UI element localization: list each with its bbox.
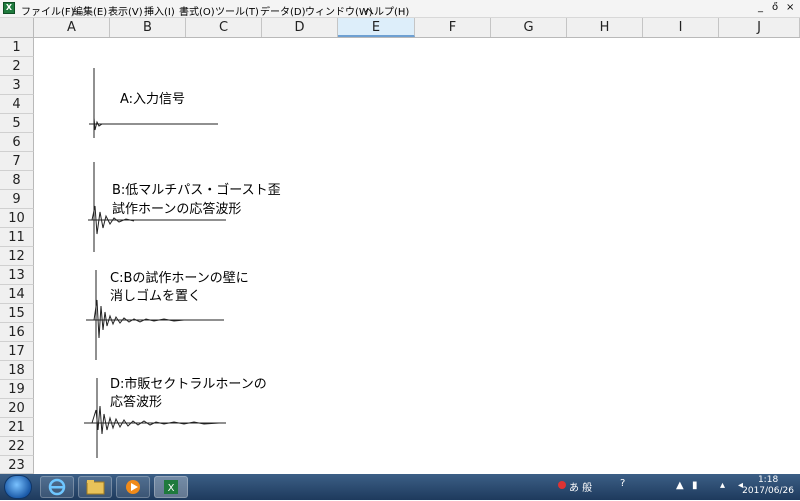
row-header-19[interactable]: 19 xyxy=(0,380,34,399)
taskbar: X あ 般 ? ▲ ▮ ▴ ◂ 1:18 2017/06/26 xyxy=(0,474,800,500)
folder-icon xyxy=(86,480,105,495)
close-button[interactable]: × xyxy=(786,2,794,13)
column-header-f[interactable]: F xyxy=(415,18,491,37)
row-header-2[interactable]: 2 xyxy=(0,57,34,76)
menu-tools[interactable]: ツール(T) xyxy=(215,3,259,18)
row-header-14[interactable]: 14 xyxy=(0,285,34,304)
clock[interactable]: 1:18 2017/06/26 xyxy=(742,475,794,497)
select-all-corner[interactable] xyxy=(0,18,34,37)
media-player-icon xyxy=(126,480,140,494)
battery-icon[interactable]: ▮ xyxy=(692,480,698,491)
label-c-line-1: C:Bの試作ホーンの壁に xyxy=(110,271,249,286)
ime-icon xyxy=(558,481,566,489)
column-header-a[interactable]: A xyxy=(34,18,110,37)
menu-data[interactable]: データ(D) xyxy=(260,3,306,18)
flag-icon[interactable]: ▲ xyxy=(676,480,684,491)
row-header-21[interactable]: 21 xyxy=(0,418,34,437)
excel-icon: X xyxy=(164,480,178,494)
svg-text:X: X xyxy=(168,483,175,494)
column-header-j[interactable]: J xyxy=(719,18,800,37)
menu-view[interactable]: 表示(V) xyxy=(108,3,143,18)
row-header-5[interactable]: 5 xyxy=(0,114,34,133)
label-c-line-2: 消しゴムを置く xyxy=(110,289,202,304)
row-header-15[interactable]: 15 xyxy=(0,304,34,323)
worksheet-grid[interactable]: A:入力信号 B:低マルチパス・ゴースト歪 試作ホーンの応答波形 C:Bの試作ホ… xyxy=(34,38,800,474)
row-header-10[interactable]: 10 xyxy=(0,209,34,228)
column-header-c[interactable]: C xyxy=(186,18,262,37)
language-indicator-icon[interactable] xyxy=(557,480,567,493)
row-header-22[interactable]: 22 xyxy=(0,437,34,456)
menu-window[interactable]: ウィンドウ(W) xyxy=(305,3,373,18)
label-b-line-2: 試作ホーンの応答波形 xyxy=(112,202,242,217)
help-icon[interactable]: ? xyxy=(620,478,625,489)
menu-edit[interactable]: 編集(E) xyxy=(73,3,107,18)
taskbar-media-button[interactable] xyxy=(116,476,150,498)
row-header-11[interactable]: 11 xyxy=(0,228,34,247)
taskbar-excel-button[interactable]: X xyxy=(154,476,188,498)
row-header-18[interactable]: 18 xyxy=(0,361,34,380)
start-button[interactable] xyxy=(4,475,32,499)
column-header-d[interactable]: D xyxy=(262,18,338,37)
excel-icon[interactable]: X xyxy=(3,2,15,14)
ime-mode-text[interactable]: あ 般 xyxy=(569,479,592,494)
taskbar-ie-button[interactable] xyxy=(40,476,74,498)
row-header-1[interactable]: 1 xyxy=(0,38,34,57)
row-header-17[interactable]: 17 xyxy=(0,342,34,361)
row-header-3[interactable]: 3 xyxy=(0,76,34,95)
row-header-13[interactable]: 13 xyxy=(0,266,34,285)
row-header-20[interactable]: 20 xyxy=(0,399,34,418)
row-header-9[interactable]: 9 xyxy=(0,190,34,209)
column-header-b[interactable]: B xyxy=(110,18,186,37)
menu-insert[interactable]: 挿入(I) xyxy=(144,3,175,18)
menu-file[interactable]: ファイル(F) xyxy=(21,3,75,18)
menu-bar: X ファイル(F) 編集(E) 表示(V) 挿入(I) 書式(O) ツール(T)… xyxy=(0,0,800,18)
menu-format[interactable]: 書式(O) xyxy=(179,3,215,18)
label-d-line-1: D:市販セクトラルホーンの xyxy=(110,377,267,392)
label-d-line-2: 応答波形 xyxy=(110,395,163,410)
column-header-e[interactable]: E xyxy=(338,18,415,37)
taskbar-explorer-button[interactable] xyxy=(78,476,112,498)
row-header-16[interactable]: 16 xyxy=(0,323,34,342)
row-header-4[interactable]: 4 xyxy=(0,95,34,114)
column-header-i[interactable]: I xyxy=(643,18,719,37)
column-header-row: A B C D E F G H I J xyxy=(0,18,800,38)
minimize-button[interactable]: _ xyxy=(758,2,763,13)
clock-time: 1:18 xyxy=(757,475,779,485)
row-header-12[interactable]: 12 xyxy=(0,247,34,266)
signal-icon[interactable]: ▴ xyxy=(720,480,725,491)
row-header-23[interactable]: 23 xyxy=(0,456,34,474)
row-header-6[interactable]: 6 xyxy=(0,133,34,152)
column-header-h[interactable]: H xyxy=(567,18,643,37)
label-a-line-1: A:入力信号 xyxy=(120,92,186,107)
clock-date: 2017/06/26 xyxy=(742,486,794,496)
label-b-line-1: B:低マルチパス・ゴースト歪 xyxy=(112,183,281,198)
row-header-7[interactable]: 7 xyxy=(0,152,34,171)
restore-button[interactable]: ő xyxy=(772,2,778,13)
menu-help[interactable]: ヘルプ(H) xyxy=(364,3,409,18)
browser-icon xyxy=(48,478,66,496)
row-header-8[interactable]: 8 xyxy=(0,171,34,190)
column-header-g[interactable]: G xyxy=(491,18,567,37)
